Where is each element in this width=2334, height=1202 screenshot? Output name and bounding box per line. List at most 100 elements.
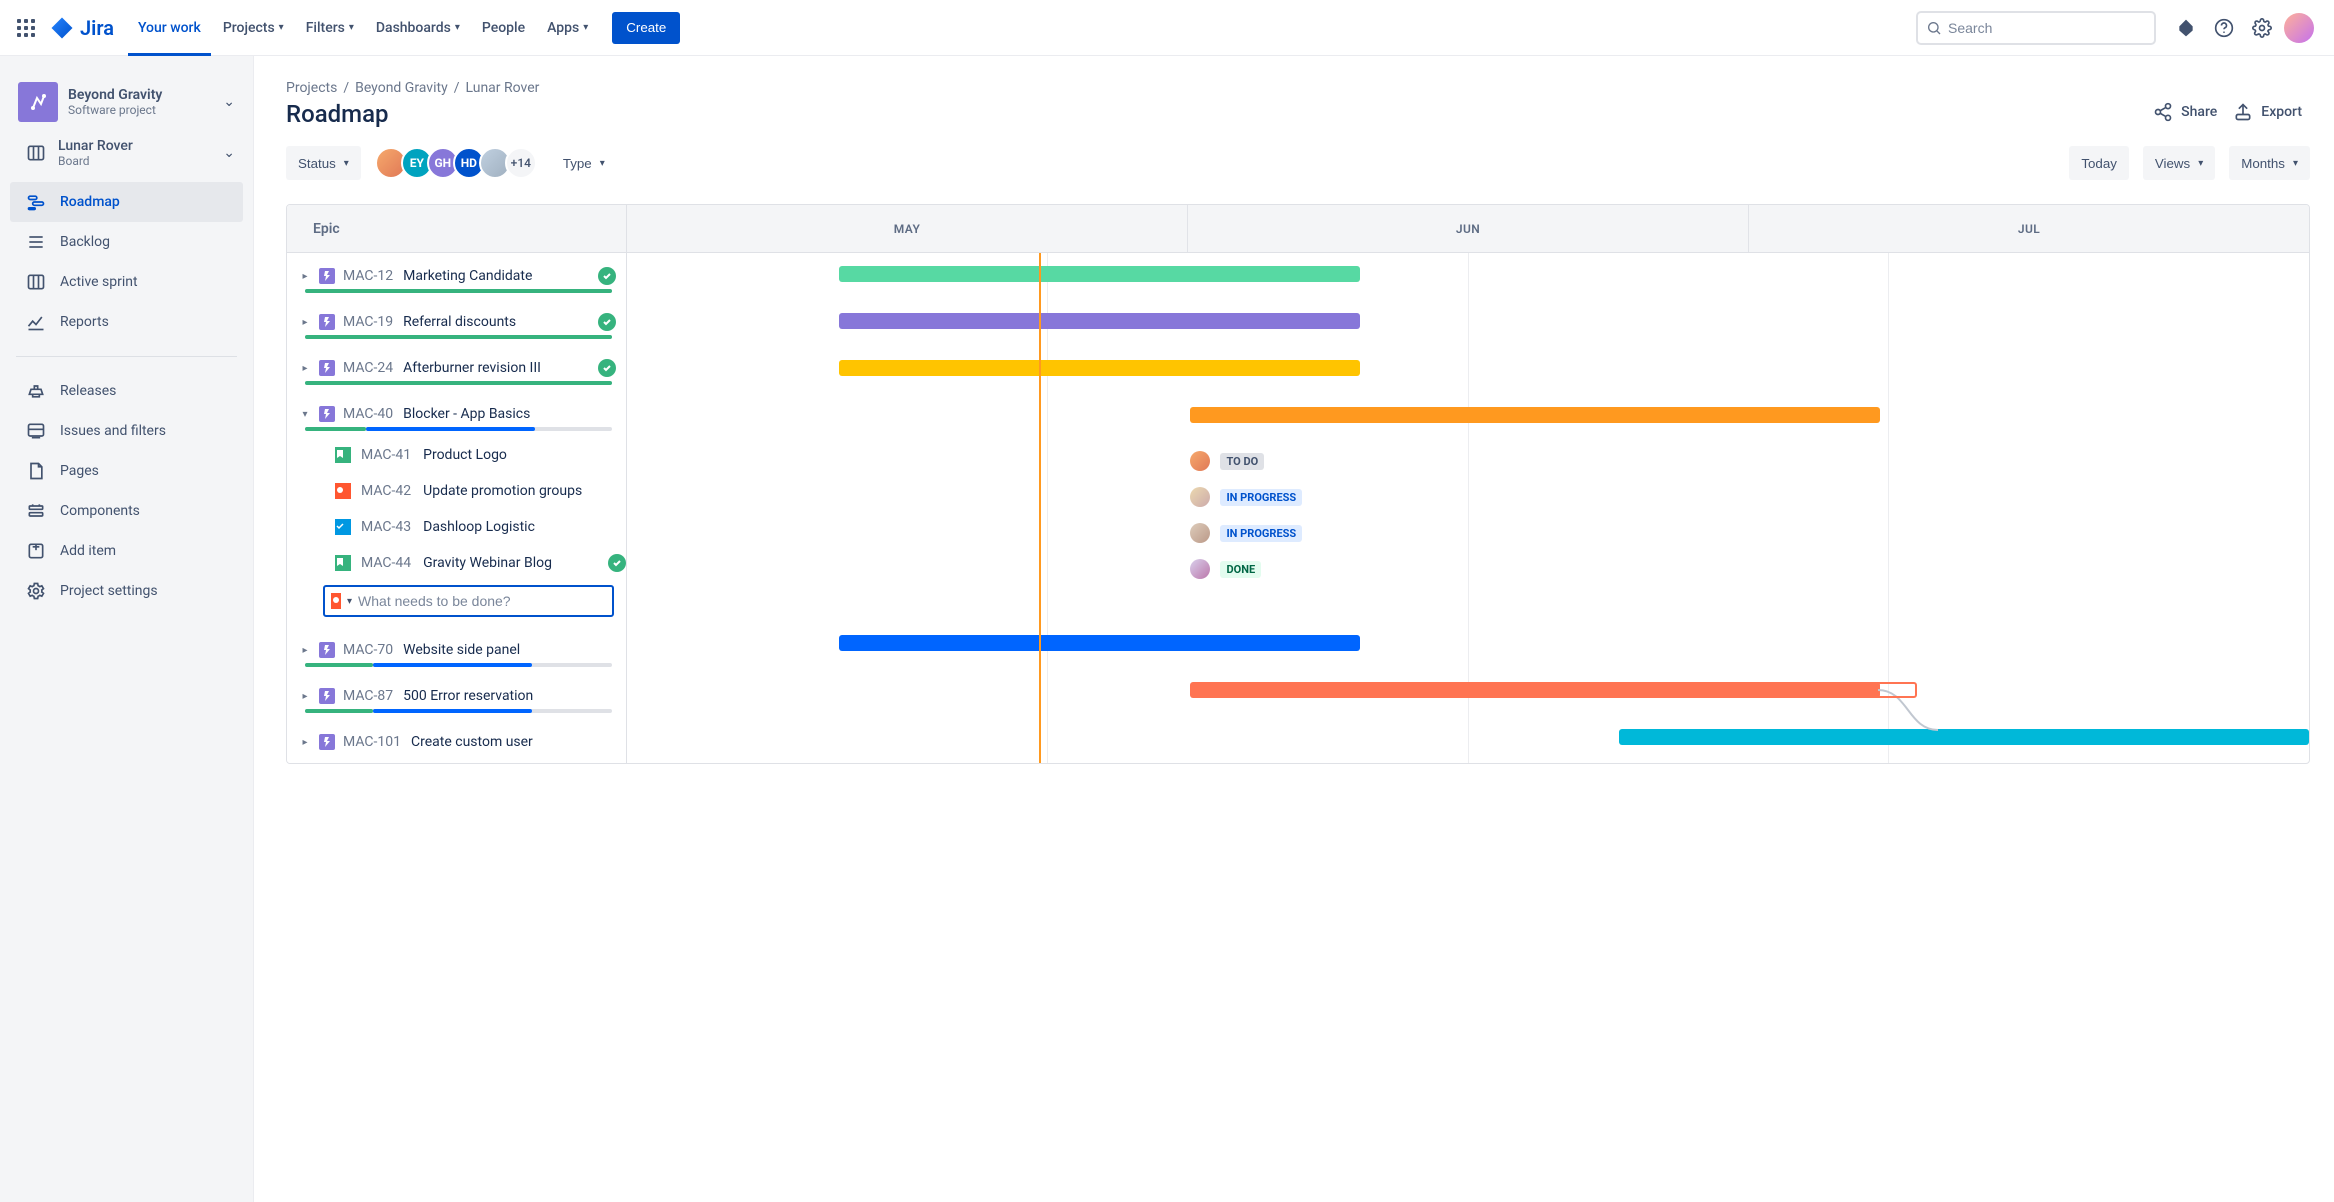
chevron-down-icon[interactable]: ▾: [347, 596, 352, 607]
chevron-right-icon[interactable]: ▸: [297, 271, 313, 282]
reports-icon: [26, 312, 46, 332]
board-icon: [26, 143, 46, 163]
top-nav: Jira Your workProjects▾Filters▾Dashboard…: [0, 0, 2334, 56]
notifications-icon[interactable]: [2170, 12, 2202, 44]
issue-key[interactable]: MAC-70: [343, 642, 393, 658]
status-lozenge[interactable]: IN PROGRESS: [1220, 525, 1302, 542]
assignee-filter-avatars[interactable]: EYGHHD+14: [375, 147, 537, 179]
sidebar-item-project-settings[interactable]: Project settings: [10, 571, 243, 611]
project-type: Software project: [68, 103, 162, 117]
assignee-avatar[interactable]: [1190, 559, 1210, 579]
sidebar-item-backlog[interactable]: Backlog: [10, 222, 243, 262]
sidebar-item-label: Issues and filters: [60, 423, 166, 439]
issue-key[interactable]: MAC-87: [343, 688, 393, 704]
sidebar-item-components[interactable]: Components: [10, 491, 243, 531]
epic-timeline-bar[interactable]: [839, 360, 1360, 376]
issue-key[interactable]: MAC-42: [361, 483, 411, 499]
issue-summary: Afterburner revision III: [403, 360, 541, 376]
search-icon: [1926, 20, 1942, 36]
chevron-right-icon[interactable]: ▸: [297, 317, 313, 328]
jira-logo[interactable]: Jira: [50, 16, 114, 40]
sidebar-item-active-sprint[interactable]: Active sprint: [10, 262, 243, 302]
timeline[interactable]: MAYJUNJUL TO DOIN PROGRESSIN PROGRESSDON…: [627, 205, 2309, 763]
issue-key[interactable]: MAC-24: [343, 360, 393, 376]
views-button[interactable]: Views▾: [2143, 146, 2215, 180]
nav-link-filters[interactable]: Filters▾: [296, 0, 364, 56]
type-filter[interactable]: Type ▾: [551, 146, 617, 180]
chevron-down-icon: ⌄: [223, 145, 235, 161]
issue-key[interactable]: MAC-12: [343, 268, 393, 284]
epic-timeline-bar[interactable]: [839, 635, 1360, 651]
project-switcher[interactable]: Beyond Gravity Software project ⌄: [10, 76, 243, 128]
chevron-right-icon[interactable]: ▸: [297, 691, 313, 702]
chevron-right-icon[interactable]: ▸: [297, 645, 313, 656]
roadmap-toolbar: Status ▾ EYGHHD+14 Type ▾ Today Views▾ M…: [286, 146, 2310, 180]
create-issue-inline[interactable]: ▾: [323, 585, 614, 617]
today-button[interactable]: Today: [2069, 146, 2129, 180]
sidebar-item-releases[interactable]: Releases: [10, 371, 243, 411]
chevron-right-icon[interactable]: ▸: [297, 363, 313, 374]
create-button[interactable]: Create: [612, 12, 680, 44]
child-issue-row[interactable]: MAC-41Product Logo: [287, 437, 626, 473]
child-issue-status: TO DO: [1190, 451, 1264, 471]
epic-row[interactable]: ▸MAC-101Create custom user: [287, 719, 626, 763]
epic-timeline-bar[interactable]: [839, 313, 1360, 329]
child-issue-row[interactable]: MAC-42Update promotion groups: [287, 473, 626, 509]
nav-link-apps[interactable]: Apps▾: [537, 0, 598, 56]
breadcrumb-link[interactable]: Lunar Rover: [465, 80, 539, 96]
search-input[interactable]: [1948, 20, 2146, 36]
nav-link-projects[interactable]: Projects▾: [213, 0, 294, 56]
assignee-avatar[interactable]: [1190, 523, 1210, 543]
share-button[interactable]: Share: [2145, 96, 2225, 128]
breadcrumbs: Projects/Beyond Gravity/Lunar Rover: [286, 80, 2310, 96]
epic-type-icon: [319, 314, 335, 330]
issue-key[interactable]: MAC-40: [343, 406, 393, 422]
epic-timeline-bar[interactable]: [1619, 729, 2309, 745]
sidebar-item-label: Add item: [60, 543, 116, 559]
status-lozenge[interactable]: DONE: [1220, 561, 1261, 578]
epic-timeline-bar[interactable]: [1190, 682, 1880, 698]
child-issue-row[interactable]: MAC-43Dashloop Logistic: [287, 509, 626, 545]
issue-key[interactable]: MAC-19: [343, 314, 393, 330]
settings-icon[interactable]: [2246, 12, 2278, 44]
issue-type-picker[interactable]: [331, 593, 341, 609]
avatar-more[interactable]: +14: [505, 147, 537, 179]
assignee-avatar[interactable]: [1190, 451, 1210, 471]
sidebar-item-add-item[interactable]: Add item: [10, 531, 243, 571]
assignee-avatar[interactable]: [1190, 487, 1210, 507]
new-issue-summary-input[interactable]: [358, 593, 606, 609]
sidebar-item-roadmap[interactable]: Roadmap: [10, 182, 243, 222]
breadcrumb-link[interactable]: Projects: [286, 80, 337, 96]
issue-key[interactable]: MAC-43: [361, 519, 411, 535]
status-lozenge[interactable]: TO DO: [1220, 453, 1264, 470]
help-icon[interactable]: [2208, 12, 2240, 44]
sidebar-item-label: Project settings: [60, 583, 158, 599]
export-button[interactable]: Export: [2225, 96, 2310, 128]
sidebar-item-issues-and-filters[interactable]: Issues and filters: [10, 411, 243, 451]
nav-link-dashboards[interactable]: Dashboards▾: [366, 0, 470, 56]
child-issue-row[interactable]: MAC-44 Gravity Webinar Blog: [287, 545, 626, 581]
issue-key[interactable]: MAC-101: [343, 734, 401, 750]
sidebar-item-reports[interactable]: Reports: [10, 302, 243, 342]
epic-timeline-bar[interactable]: [839, 266, 1360, 282]
search-input-wrap[interactable]: [1916, 11, 2156, 45]
nav-link-your-work[interactable]: Your work: [128, 0, 211, 56]
epic-timeline-bar[interactable]: [1190, 407, 1880, 423]
status-lozenge[interactable]: IN PROGRESS: [1220, 489, 1302, 506]
breadcrumb-link[interactable]: Beyond Gravity: [355, 80, 448, 96]
share-icon: [2153, 102, 2173, 122]
nav-link-label: Apps: [547, 20, 579, 36]
issue-key[interactable]: MAC-41: [361, 447, 411, 463]
app-switcher-icon[interactable]: [10, 12, 42, 44]
chevron-down-icon[interactable]: ▾: [297, 409, 313, 420]
chevron-right-icon[interactable]: ▸: [297, 737, 313, 748]
user-avatar[interactable]: [2284, 13, 2314, 43]
sidebar-item-pages[interactable]: Pages: [10, 451, 243, 491]
timescale-button[interactable]: Months▾: [2229, 146, 2310, 180]
issue-key[interactable]: MAC-44: [361, 555, 411, 571]
nav-link-people[interactable]: People: [472, 0, 535, 56]
status-filter[interactable]: Status ▾: [286, 146, 361, 180]
backlog-icon: [26, 232, 46, 252]
issue-summary: Gravity Webinar Blog: [423, 555, 552, 571]
board-switcher[interactable]: Lunar Rover Board ⌄: [10, 128, 243, 178]
